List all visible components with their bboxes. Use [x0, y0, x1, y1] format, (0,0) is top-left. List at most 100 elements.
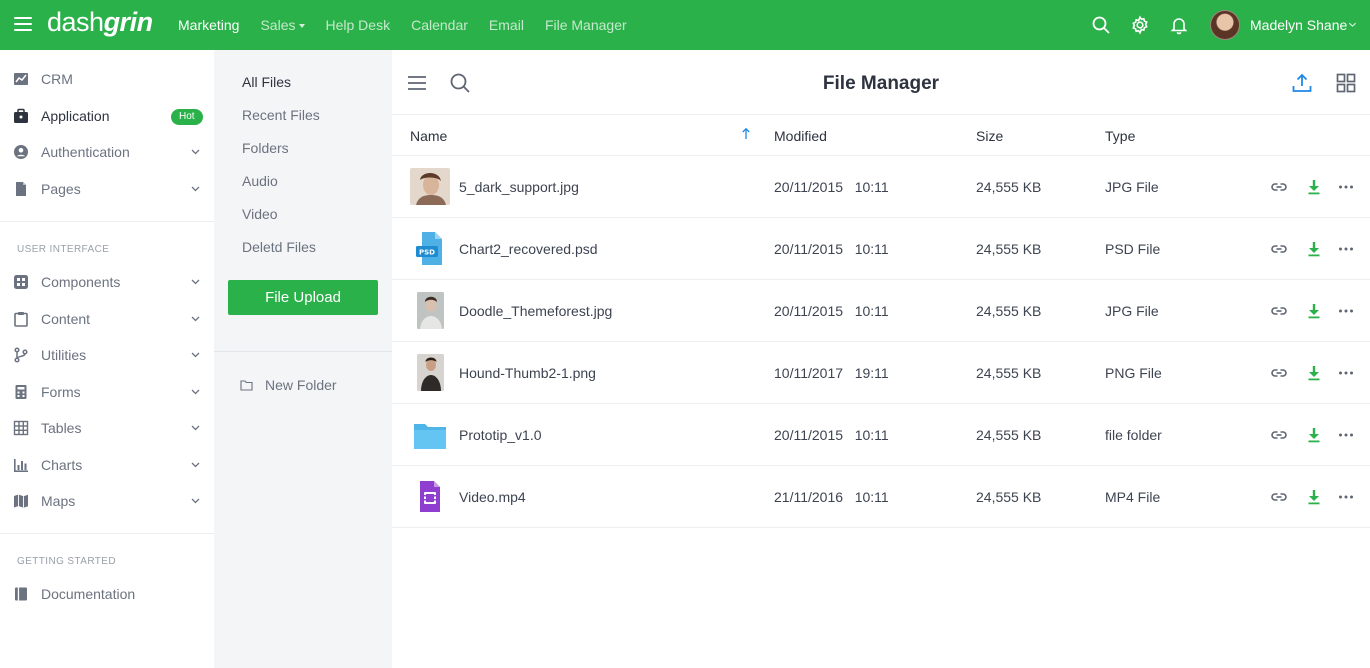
bell-icon[interactable] — [1169, 15, 1189, 35]
file-nav-folders[interactable]: Folders — [242, 140, 289, 156]
file-size: 24,555 KB — [976, 241, 1042, 257]
upload-icon[interactable] — [1291, 72, 1313, 94]
download-icon[interactable] — [1305, 178, 1323, 196]
file-nav-all-files[interactable]: All Files — [242, 74, 291, 90]
file-nav-deleted-files[interactable]: Deletd Files — [242, 239, 316, 255]
file-manager-main: File Manager Name Modified Size Type 5_d… — [392, 50, 1370, 668]
sidebar-item-maps[interactable]: Maps — [0, 486, 214, 516]
file-size: 24,555 KB — [976, 365, 1042, 381]
more-icon[interactable] — [1337, 240, 1355, 258]
sidebar-item-charts[interactable]: Charts — [0, 450, 214, 480]
image-thumbnail — [417, 354, 444, 391]
user-name[interactable]: Madelyn Shane — [1250, 17, 1347, 33]
link-icon[interactable] — [1270, 426, 1288, 444]
file-modified: 20/11/2015 10:11 — [774, 179, 889, 195]
search-icon[interactable] — [1091, 15, 1111, 35]
table-row[interactable]: Doodle_Themeforest.jpg 20/11/2015 10:11 … — [392, 280, 1370, 342]
link-icon[interactable] — [1270, 178, 1288, 196]
file-nav-video[interactable]: Video — [242, 206, 278, 222]
file-name[interactable]: Chart2_recovered.psd — [459, 241, 598, 257]
sidebar-item-tables[interactable]: Tables — [0, 413, 214, 443]
file-type: JPG File — [1105, 179, 1159, 195]
sidebar-item-crm[interactable]: CRM — [0, 64, 214, 94]
file-name[interactable]: Hound-Thumb2-1.png — [459, 365, 596, 381]
link-icon[interactable] — [1270, 240, 1288, 258]
topnav-email[interactable]: Email — [489, 17, 524, 33]
download-icon[interactable] — [1305, 488, 1323, 506]
file-size: 24,555 KB — [976, 427, 1042, 443]
sidebar-item-application[interactable]: Application Hot — [0, 101, 214, 131]
brand-logo[interactable]: dashgrin — [47, 7, 153, 38]
sidebar-item-label: Content — [41, 311, 91, 327]
sidebar-item-pages[interactable]: Pages — [0, 174, 214, 204]
column-header-size[interactable]: Size — [976, 128, 1003, 144]
topnav-calendar[interactable]: Calendar — [411, 17, 468, 33]
download-icon[interactable] — [1305, 240, 1323, 258]
sidebar-item-documentation[interactable]: Documentation — [0, 579, 214, 609]
more-icon[interactable] — [1337, 178, 1355, 196]
file-modified: 21/11/2016 10:11 — [774, 489, 889, 505]
menu-toggle-icon[interactable] — [14, 17, 32, 31]
more-icon[interactable] — [1337, 426, 1355, 444]
file-name[interactable]: Doodle_Themeforest.jpg — [459, 303, 612, 319]
table-row[interactable]: Prototip_v1.0 20/11/2015 10:11 24,555 KB… — [392, 404, 1370, 466]
grid-icon — [13, 420, 29, 436]
grid-view-icon[interactable] — [1335, 72, 1357, 94]
download-icon[interactable] — [1305, 302, 1323, 320]
topnav-sales[interactable]: Sales — [260, 17, 305, 33]
top-nav: Marketing Sales Help Desk Calendar Email… — [178, 0, 648, 50]
image-thumbnail — [410, 168, 450, 205]
link-icon[interactable] — [1270, 488, 1288, 506]
svg-text:PSD: PSD — [419, 249, 435, 257]
download-icon[interactable] — [1305, 364, 1323, 382]
file-nav-panel: All Files Recent Files Folders Audio Vid… — [214, 50, 392, 668]
more-icon[interactable] — [1337, 488, 1355, 506]
page-title: File Manager — [822, 73, 940, 94]
file-name[interactable]: 5_dark_support.jpg — [459, 179, 579, 195]
sidebar-item-label: Authentication — [41, 144, 130, 160]
chevron-down-icon — [191, 425, 200, 431]
file-name[interactable]: Video.mp4 — [459, 489, 526, 505]
more-icon[interactable] — [1337, 302, 1355, 320]
chevron-down-icon[interactable] — [1348, 20, 1357, 29]
topnav-file-manager[interactable]: File Manager — [545, 17, 627, 33]
table-row[interactable]: Hound-Thumb2-1.png 10/11/2017 19:11 24,5… — [392, 342, 1370, 404]
section-title-getting-started: GETTING STARTED — [17, 556, 116, 567]
sidebar-item-label: Utilities — [41, 347, 87, 363]
sidebar-item-forms[interactable]: Forms — [0, 377, 214, 407]
file-upload-button[interactable]: File Upload — [228, 280, 378, 315]
clipboard-icon — [14, 312, 28, 327]
more-icon[interactable] — [1337, 364, 1355, 382]
sidebar-item-utilities[interactable]: Utilities — [0, 340, 214, 370]
table-row[interactable]: 5_dark_support.jpg 20/11/2015 10:11 24,5… — [392, 156, 1370, 218]
file-nav-recent-files[interactable]: Recent Files — [242, 107, 320, 123]
hot-badge: Hot — [171, 109, 203, 125]
table-row[interactable]: Video.mp4 21/11/2016 10:11 24,555 KB MP4… — [392, 466, 1370, 528]
sidebar-divider — [0, 533, 214, 534]
sidebar-item-content[interactable]: Content — [0, 304, 214, 334]
column-header-type[interactable]: Type — [1105, 128, 1135, 144]
new-folder-button[interactable]: New Folder — [240, 377, 337, 393]
column-header-name[interactable]: Name — [410, 128, 447, 144]
sidebar-item-components[interactable]: Components — [0, 267, 214, 297]
new-folder-label: New Folder — [265, 377, 337, 393]
link-icon[interactable] — [1270, 302, 1288, 320]
file-name[interactable]: Prototip_v1.0 — [459, 427, 542, 443]
map-icon — [14, 494, 28, 508]
sort-ascending-icon[interactable] — [741, 127, 751, 140]
chevron-down-icon — [191, 279, 200, 285]
topnav-help-desk[interactable]: Help Desk — [326, 17, 391, 33]
sidebar-item-label: CRM — [41, 71, 73, 87]
link-icon[interactable] — [1270, 364, 1288, 382]
branch-icon — [14, 347, 28, 363]
topnav-marketing[interactable]: Marketing — [178, 17, 239, 33]
sidebar-item-label: Tables — [41, 420, 82, 436]
download-icon[interactable] — [1305, 426, 1323, 444]
sidebar-divider — [0, 221, 214, 222]
table-row[interactable]: PSD Chart2_recovered.psd 20/11/2015 10:1… — [392, 218, 1370, 280]
user-avatar[interactable] — [1210, 10, 1240, 40]
sidebar-item-authentication[interactable]: Authentication — [0, 137, 214, 167]
column-header-modified[interactable]: Modified — [774, 128, 827, 144]
file-nav-audio[interactable]: Audio — [242, 173, 278, 189]
gear-icon[interactable] — [1130, 15, 1150, 35]
